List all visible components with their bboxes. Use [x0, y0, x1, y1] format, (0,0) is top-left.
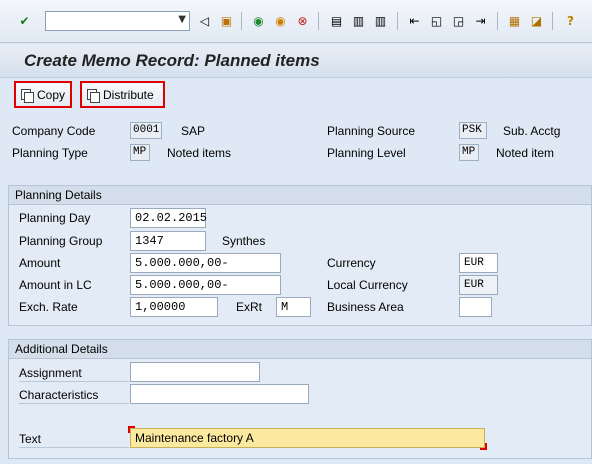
business-area-label: Business Area	[327, 300, 404, 314]
planning-type-label: Planning Type	[12, 146, 88, 160]
local-currency-field: EUR	[459, 275, 498, 295]
planning-type-desc: Noted items	[167, 146, 232, 160]
back-icon[interactable]: ◁	[196, 12, 213, 29]
characteristics-label: Characteristics	[19, 388, 99, 402]
additional-details-title: Additional Details	[9, 340, 591, 359]
toolbar-separator	[497, 12, 498, 30]
company-code-label: Company Code	[12, 124, 96, 138]
copy-button[interactable]: Copy	[14, 81, 72, 108]
currency-label: Currency	[327, 256, 376, 270]
planning-level-field: MP	[459, 144, 479, 161]
planning-source-field: PSK	[459, 122, 487, 139]
find-icon[interactable]: ▥	[350, 12, 367, 29]
planning-source-label: Planning Source	[327, 124, 416, 138]
prev-page-icon[interactable]: ◱	[428, 12, 445, 29]
planning-source-desc: Sub. Acctg	[503, 124, 561, 138]
next-page-icon[interactable]: ◲	[450, 12, 467, 29]
exrt-label: ExRt	[236, 300, 263, 314]
amount-input[interactable]: 5.000.000,00-	[130, 253, 281, 273]
local-currency-label: Local Currency	[327, 278, 408, 292]
planning-level-desc: Noted item	[496, 146, 555, 160]
enter-icon[interactable]: ✔	[16, 12, 33, 29]
print-icon[interactable]: ▤	[328, 12, 345, 29]
company-code-field: 0001	[130, 122, 162, 139]
exch-rate-input[interactable]: 1,00000	[130, 297, 218, 317]
help-icon[interactable]: ?	[562, 12, 579, 29]
toolbar-separator	[397, 12, 398, 30]
assignment-label: Assignment	[19, 366, 82, 380]
exit-icon[interactable]: ◉	[272, 12, 289, 29]
application-toolbar: Copy Distribute	[0, 79, 592, 111]
assignment-input[interactable]	[130, 362, 260, 382]
toolbar-separator	[552, 12, 553, 30]
amount-lc-input[interactable]: 5.000.000,00-	[130, 275, 281, 295]
exrt-input[interactable]: M	[276, 297, 311, 317]
planning-day-label: Planning Day	[19, 211, 91, 225]
distribute-icon	[87, 88, 100, 103]
title-bar: Create Memo Record: Planned items	[0, 44, 592, 78]
back-green-icon[interactable]: ◉	[250, 12, 267, 29]
copy-icon	[21, 88, 34, 103]
text-label: Text	[19, 432, 42, 446]
new-session-icon[interactable]: ▦	[506, 12, 523, 29]
command-field[interactable]: ▼	[45, 11, 190, 31]
find-next-icon[interactable]: ▥	[372, 12, 389, 29]
copy-button-label: Copy	[36, 87, 65, 102]
planning-group-input[interactable]: 1347	[130, 231, 206, 251]
save-icon[interactable]: ▣	[218, 12, 235, 29]
assignment-underline	[19, 381, 129, 382]
planning-details-title: Planning Details	[9, 186, 591, 205]
business-area-input[interactable]	[459, 297, 492, 317]
amount-label: Amount	[19, 256, 61, 270]
standard-toolbar: ✔ ▼ ◁ ▣ ◉ ◉ ⊗ ▤ ▥ ▥ ⇤ ◱ ◲ ⇥ ▦ ◪ ?	[0, 0, 592, 43]
text-underline	[19, 447, 129, 448]
command-dropdown-icon[interactable]: ▼	[178, 14, 186, 25]
planning-group-desc: Synthes	[222, 234, 266, 248]
currency-input[interactable]: EUR	[459, 253, 498, 273]
planning-type-field: MP	[130, 144, 150, 161]
company-name: SAP	[181, 124, 206, 138]
distribute-button[interactable]: Distribute	[80, 81, 165, 108]
characteristics-underline	[19, 403, 129, 404]
planning-day-input[interactable]: 02.02.2015	[130, 208, 207, 228]
amount-lc-label: Amount in LC	[19, 278, 92, 292]
toolbar-separator	[241, 12, 242, 30]
page-title: Create Memo Record: Planned items	[24, 51, 320, 70]
planning-level-label: Planning Level	[327, 146, 406, 160]
first-page-icon[interactable]: ⇤	[406, 12, 423, 29]
shortcut-icon[interactable]: ◪	[528, 12, 545, 29]
distribute-button-label: Distribute	[103, 87, 154, 102]
planning-group-label: Planning Group	[19, 234, 103, 248]
characteristics-input[interactable]	[130, 384, 309, 404]
cancel-icon[interactable]: ⊗	[294, 12, 311, 29]
toolbar-separator	[318, 12, 319, 30]
exch-rate-label: Exch. Rate	[19, 300, 78, 314]
last-page-icon[interactable]: ⇥	[472, 12, 489, 29]
text-input[interactable]: Maintenance factory A	[128, 426, 487, 450]
